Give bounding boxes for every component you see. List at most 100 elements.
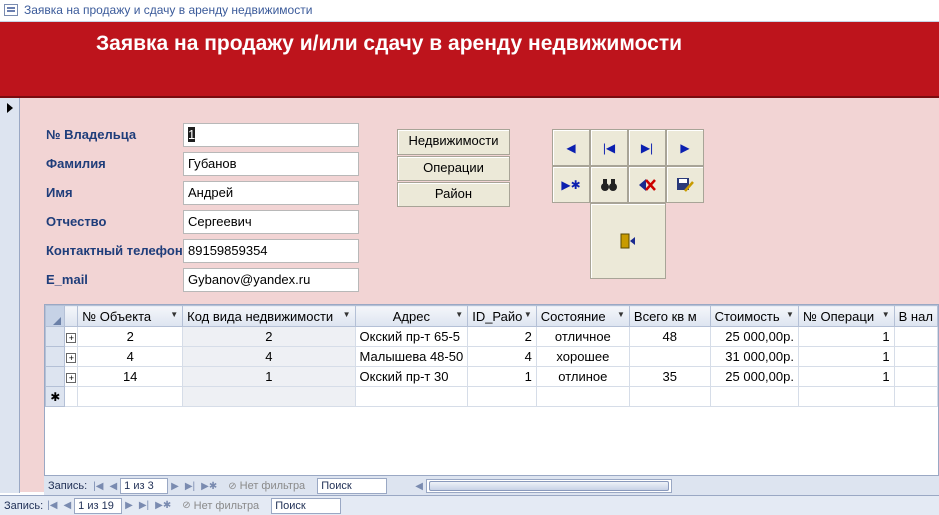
cell-address[interactable]: Окский пр-т 65-5 [354,326,469,347]
cell-address[interactable]: Окский пр-т 30 [354,366,469,387]
sort-dropdown-icon[interactable]: ▼ [786,310,794,319]
new-record-icon[interactable]: ▶✱ [155,500,171,511]
save-record-button[interactable] [666,166,704,203]
cell-in-cash[interactable] [893,366,938,387]
expand-cell[interactable]: + [64,326,79,347]
cell-in-cash[interactable] [893,346,938,367]
column-header-total-area[interactable]: Всего кв м [628,305,711,327]
cell-total-area[interactable] [628,346,711,367]
first-record-icon[interactable]: |◀ [93,481,103,492]
expand-column-header [64,305,79,327]
cell-realty-type[interactable]: 1 [182,366,356,387]
sort-dropdown-icon[interactable]: ▼ [617,310,625,319]
column-header-address[interactable]: Адрес ▼ [354,305,469,327]
cell-operation-no[interactable]: 1 [797,366,895,387]
cell-cost[interactable]: 31 000,00р. [709,346,799,367]
next-record-button[interactable]: ▶ [666,129,704,166]
first-record-button[interactable]: |◀ [590,129,628,166]
patronymic-label: Отчество [46,214,107,229]
table-row[interactable]: + 14 1 Окский пр-т 30 1 отлиное 35 25 00… [45,366,938,387]
cell-condition[interactable]: отлиное [535,366,630,387]
exit-door-icon [620,233,635,249]
sort-dropdown-icon[interactable]: ▼ [882,310,890,319]
scrollbar-thumb[interactable] [428,481,669,491]
last-record-icon[interactable]: ▶| [185,481,195,492]
sort-dropdown-icon[interactable]: ▼ [170,310,178,319]
expand-icon[interactable]: + [66,373,77,383]
filter-icon: ⊘ [228,480,237,492]
search-input[interactable]: Поиск [271,497,342,514]
cell-condition[interactable]: отличное [535,326,630,347]
row-selector[interactable] [45,366,66,387]
next-record-icon[interactable]: ▶ [171,481,179,492]
patronymic-field[interactable]: Сергеевич [183,210,359,234]
cell-cost[interactable]: 25 000,00р. [709,326,799,347]
delete-record-button[interactable] [628,166,666,203]
cell-in-cash[interactable] [893,326,938,347]
next-record-icon[interactable]: ▶ [125,500,133,511]
column-header-condition[interactable]: Состояние ▼ [535,305,630,327]
cell-object-no[interactable]: 2 [77,326,184,347]
column-header-cost[interactable]: Стоимость ▼ [709,305,799,327]
cell-address[interactable]: Малышева 48-50 [354,346,469,367]
cell-total-area[interactable]: 35 [628,366,711,387]
previous-record-icon[interactable]: ◀ [63,500,71,511]
filter-status[interactable]: Нет фильтра [240,480,306,492]
record-selector[interactable] [0,98,20,493]
cell-district-id[interactable]: 2 [467,326,537,347]
first-name-field[interactable]: Андрей [183,181,359,205]
column-header-in-cash[interactable]: В нал [893,305,938,327]
column-header-realty-type[interactable]: Код вида недвижимости ▼ [182,305,356,327]
new-record-row[interactable]: ✱ [45,386,938,407]
row-selector[interactable] [45,346,66,367]
find-record-button[interactable] [590,166,628,203]
scroll-left-icon[interactable]: ◀ [415,481,423,492]
filter-status[interactable]: Нет фильтра [194,500,260,512]
row-selector[interactable] [45,326,66,347]
first-record-icon[interactable]: |◀ [47,500,57,511]
previous-record-icon[interactable]: ◀ [109,481,117,492]
cell-realty-type[interactable]: 2 [182,326,356,347]
phone-field[interactable]: 89159859354 [183,239,359,263]
sort-dropdown-icon[interactable]: ▼ [343,310,351,319]
close-form-button[interactable] [590,203,666,279]
previous-record-button[interactable]: ◀ [552,129,590,166]
expand-cell[interactable]: + [64,346,79,367]
column-header-object-no[interactable]: № Объекта ▼ [77,305,184,327]
cell-district-id[interactable]: 4 [467,346,537,367]
last-record-icon: ▶| [640,140,654,155]
expand-cell[interactable]: + [64,366,79,387]
operations-button[interactable]: Операции [397,156,510,181]
sort-dropdown-icon[interactable]: ▼ [455,310,463,319]
cell-district-id[interactable]: 1 [467,366,537,387]
cell-object-no[interactable]: 4 [77,346,184,367]
expand-icon[interactable]: + [66,353,77,363]
cell-condition[interactable]: хорошее [535,346,630,367]
expand-icon[interactable]: + [66,333,77,343]
record-position-input[interactable]: 1 из 19 [74,497,123,514]
realty-button[interactable]: Недвижимости [397,129,510,155]
horizontal-scrollbar[interactable] [425,479,672,493]
district-button[interactable]: Район [397,182,510,207]
search-input[interactable]: Поиск [317,478,388,494]
column-header-operation-no[interactable]: № Операци ▼ [797,305,895,327]
last-name-field[interactable]: Губанов [183,152,359,176]
cell-total-area[interactable]: 48 [628,326,711,347]
cell-operation-no[interactable]: 1 [797,326,895,347]
cell-realty-type[interactable]: 4 [182,346,356,367]
table-row[interactable]: + 2 2 Окский пр-т 65-5 2 отличное 48 25 … [45,326,938,347]
email-field[interactable]: Gybanov@yandex.ru [183,268,359,292]
sort-dropdown-icon[interactable]: ▼ [524,310,532,319]
last-record-button[interactable]: ▶| [628,129,666,166]
new-record-icon[interactable]: ▶✱ [201,481,217,492]
table-row[interactable]: + 4 4 Малышева 48-50 4 хорошее 31 000,00… [45,346,938,367]
select-all-cell[interactable] [45,305,66,327]
column-header-district-id[interactable]: ID_Райо ▼ [467,305,537,327]
record-position-input[interactable]: 1 из 3 [120,478,169,494]
cell-object-no[interactable]: 14 [77,366,184,387]
last-record-icon[interactable]: ▶| [139,500,149,511]
new-record-button[interactable]: ▶✱ [552,166,590,203]
owner-id-field[interactable]: 1 [183,123,359,147]
cell-cost[interactable]: 25 000,00р. [709,366,799,387]
cell-operation-no[interactable]: 1 [797,346,895,367]
